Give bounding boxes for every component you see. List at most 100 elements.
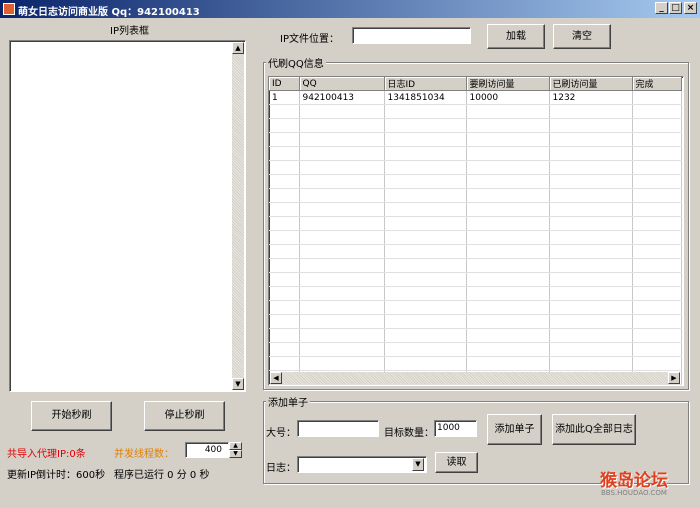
ip-list-label: IP列表框	[110, 26, 149, 37]
table-cell	[269, 342, 300, 357]
table-row[interactable]	[269, 146, 682, 161]
table-cell	[632, 174, 682, 189]
target-count-label: 目标数量：	[384, 428, 434, 439]
table-row[interactable]: 1 942100413 1341851034 10000 1232	[269, 90, 682, 105]
table-cell	[384, 174, 467, 189]
target-count-input[interactable]: 1000	[434, 420, 477, 437]
scroll-right-icon[interactable]: ▶	[668, 372, 680, 384]
minimize-button[interactable]: _	[655, 2, 668, 14]
spin-up-icon[interactable]: ▲	[229, 442, 242, 450]
orders-hscrollbar[interactable]: ◀ ▶	[270, 372, 680, 384]
table-row[interactable]	[269, 342, 682, 357]
maximize-button[interactable]: □	[669, 2, 682, 14]
log-select[interactable]: ▼	[297, 456, 427, 473]
table-row[interactable]	[269, 328, 682, 343]
table-cell	[384, 272, 467, 287]
table-row[interactable]	[269, 272, 682, 287]
column-header[interactable]: QQ	[299, 77, 385, 91]
spin-down-icon[interactable]: ▼	[229, 450, 242, 458]
clear-button[interactable]: 清空	[553, 24, 611, 49]
title-bar: 萌女日志访问商业版 Qq：942100413 _ □ ×	[0, 0, 700, 18]
column-header[interactable]: 完成	[632, 77, 682, 91]
table-cell	[384, 160, 467, 175]
column-header[interactable]: ID	[269, 77, 300, 91]
table-cell	[466, 216, 550, 231]
table-row[interactable]	[269, 216, 682, 231]
table-row[interactable]	[269, 132, 682, 147]
table-cell	[549, 300, 633, 315]
ip-file-label: IP文件位置：	[280, 34, 339, 45]
table-row[interactable]	[269, 160, 682, 175]
ip-list-box[interactable]: ▲ ▼	[9, 40, 246, 392]
table-row[interactable]	[269, 104, 682, 119]
add-all-logs-button[interactable]: 添加此Q全部日志	[552, 414, 636, 445]
table-row[interactable]	[269, 300, 682, 315]
table-row[interactable]	[269, 202, 682, 217]
table-cell	[269, 188, 300, 203]
add-order-button[interactable]: 添加单子	[487, 414, 542, 445]
table-cell	[384, 230, 467, 245]
table-cell	[299, 104, 385, 119]
table-cell	[299, 286, 385, 301]
window-title: 萌女日志访问商业版 Qq：942100413	[18, 7, 200, 18]
column-header[interactable]: 要刷访问量	[466, 77, 550, 91]
ip-list-scrollbar[interactable]: ▲ ▼	[232, 42, 244, 390]
start-button[interactable]: 开始秒刷	[31, 401, 112, 431]
table-cell	[384, 314, 467, 329]
table-cell	[269, 160, 300, 175]
table-row[interactable]	[269, 258, 682, 273]
table-cell	[632, 160, 682, 175]
column-header[interactable]: 已刷访问量	[549, 77, 633, 91]
table-row[interactable]	[269, 286, 682, 301]
table-cell	[299, 202, 385, 217]
table-cell	[632, 314, 682, 329]
table-row[interactable]	[269, 230, 682, 245]
table-cell: 1341851034	[384, 90, 467, 105]
column-header[interactable]: 日志ID	[384, 77, 467, 91]
scroll-down-icon[interactable]: ▼	[232, 378, 244, 390]
table-row[interactable]	[269, 188, 682, 203]
table-cell	[466, 300, 550, 315]
load-button[interactable]: 加载	[487, 24, 545, 49]
table-cell	[549, 146, 633, 161]
table-row[interactable]	[269, 314, 682, 329]
table-cell	[549, 342, 633, 357]
threads-spinner[interactable]: ▲ ▼	[229, 442, 242, 458]
orders-table-box[interactable]: ID QQ 日志ID 要刷访问量 已刷访问量 完成 1 942100413 134185103…	[268, 76, 684, 386]
table-cell	[384, 202, 467, 217]
table-cell	[549, 286, 633, 301]
table-cell	[384, 342, 467, 357]
orders-header-row: ID QQ 日志ID 要刷访问量 已刷访问量 完成	[269, 77, 682, 91]
table-cell	[299, 216, 385, 231]
table-row[interactable]	[269, 118, 682, 133]
table-cell	[632, 300, 682, 315]
table-cell	[269, 328, 300, 343]
table-cell	[299, 160, 385, 175]
table-cell	[549, 230, 633, 245]
threads-input[interactable]: 400	[185, 442, 229, 458]
table-cell	[632, 202, 682, 217]
scroll-up-icon[interactable]: ▲	[232, 42, 244, 54]
table-cell	[632, 244, 682, 259]
table-row[interactable]	[269, 356, 682, 371]
read-button[interactable]: 读取	[435, 452, 478, 473]
big-account-label: 大号：	[266, 428, 296, 439]
table-row[interactable]	[269, 174, 682, 189]
table-cell	[384, 104, 467, 119]
ip-file-input[interactable]	[352, 27, 471, 44]
stop-button[interactable]: 停止秒刷	[144, 401, 225, 431]
table-cell	[269, 216, 300, 231]
table-row[interactable]	[269, 244, 682, 259]
table-cell: 10000	[466, 90, 550, 105]
table-cell	[299, 230, 385, 245]
table-cell	[299, 188, 385, 203]
close-button[interactable]: ×	[684, 2, 697, 14]
big-account-input[interactable]	[297, 420, 379, 437]
orders-group-label: 代刷QQ信息	[266, 55, 326, 70]
scroll-left-icon[interactable]: ◀	[270, 372, 282, 384]
table-cell	[466, 244, 550, 259]
watermark-url: BBS.HOUDAO.COM	[601, 489, 667, 497]
table-cell	[299, 272, 385, 287]
chevron-down-icon[interactable]: ▼	[412, 458, 424, 471]
table-cell	[632, 188, 682, 203]
